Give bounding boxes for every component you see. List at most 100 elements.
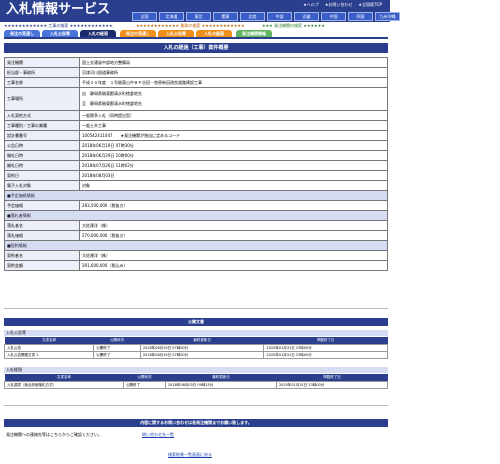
location-to: 至 静岡県駿東郡清水町徳倉地先	[82, 101, 142, 106]
doc-updated: 2018年08月03日 09時15分	[164, 381, 277, 389]
help-link[interactable]: ★ヘルプ	[303, 2, 319, 8]
region-hokuriku[interactable]: 北陸	[240, 12, 265, 21]
col-doc-name: 文書名称	[4, 374, 124, 382]
row-key: 契約金額	[4, 260, 80, 271]
section-construction: ★★★★★★★★★★★★ 工事の検索 ★★★★★★★★★★★★	[4, 23, 113, 28]
row-value: 沼津河川国道事務所	[79, 67, 388, 78]
row-value: 2018年08月03日	[79, 170, 388, 181]
tab-construction-outlook[interactable]: 発注の見通し	[4, 30, 40, 37]
national-top-link[interactable]: ★全国版TOP	[358, 2, 382, 8]
table-row: 入札契約方式 一般競争入札（同時提出型）	[4, 110, 388, 121]
table-row: 工事名称 平成３０年度 １号駿東山中ＢＰ谷田・笹原新田改良道路建設工事	[4, 77, 388, 88]
divider	[4, 308, 388, 309]
row-key: 担当部・事務所	[4, 67, 80, 78]
region-kyushu[interactable]: 九州沖縄	[375, 12, 400, 21]
row-value: 一般土木工事	[79, 120, 388, 131]
region-zenkoku[interactable]: 全国	[132, 12, 157, 21]
row-value: 対象	[79, 180, 388, 191]
table-row: 入札調書（総合評価落札方式） 公開終了 2018年08月03日 09時15分 2…	[3, 381, 389, 389]
bid-section-title: ■落札者情報	[4, 210, 388, 221]
doc-end: 2020年01月31日 23時00分	[263, 344, 388, 352]
table-row: 設計書番号 100542411047 ★発注機関が独自に定めるコード	[4, 130, 388, 141]
row-key: 入札契約方式	[4, 110, 80, 121]
tab-construction-progress[interactable]: 入札の経過	[80, 30, 116, 37]
doc-end: 2020年01月31日 23時00分	[275, 381, 389, 389]
row-key: 電子入札対象	[4, 180, 80, 191]
row-key: 落札価格	[4, 230, 80, 241]
row-value: 2018年07月26日 11時02分	[79, 160, 388, 171]
table-row: 工事場所 自 静岡県駿東郡清水町徳倉地先至 静岡県駿東郡清水町徳倉地先	[4, 87, 388, 111]
section-other: ★★★ 発注機関の検索 ★★★★★★	[262, 23, 325, 28]
back-to-results-link[interactable]: 検索結果一覧画面に戻る	[168, 452, 212, 458]
row-key: 発注機関	[4, 57, 80, 68]
doc-name[interactable]: 入札調書（総合評価落札方式）	[3, 381, 125, 389]
table-row: 予定価格 283,500,000（税抜き）	[4, 200, 388, 211]
site-logo[interactable]: 入札情報サービス	[0, 0, 122, 22]
row-value: 291,600,000（税込み）	[79, 260, 388, 271]
page-title: 入札の経過（工事）案件概要	[4, 43, 388, 53]
doc-name[interactable]: 入札公告関連文書 1	[3, 351, 95, 359]
row-value: 大佐建洋（株）	[79, 220, 388, 231]
tab-services-notice[interactable]: 入札公告等	[158, 30, 194, 37]
row-value: 大佐建洋（株）	[79, 250, 388, 261]
region-nav: 全国 北海道 東北 関東 北陸 中部 近畿 中国 四国 九州沖縄	[132, 12, 400, 21]
group-progress-title: 入札経過	[4, 367, 388, 373]
row-key: 落札者名	[4, 220, 80, 231]
row-value: 2018年06月19日 07時30分	[79, 140, 388, 151]
contract-section-title: ■契約情報	[4, 240, 388, 251]
tab-construction-notice[interactable]: 入札公告等	[42, 30, 78, 37]
estimate-section-title: ■予定価格情報	[4, 190, 388, 201]
row-key: 設計書番号	[4, 130, 80, 141]
row-value: 283,500,000（税抜き）	[79, 200, 388, 211]
contact-banner: 内容に関するお問い合わせは各発注機関までお願い致します。	[4, 419, 388, 427]
row-value: 国土交通省中部地方整備局	[79, 57, 388, 68]
table-header-row: 文書名称 公開状況 最終更新日 掲載終了日	[4, 374, 388, 382]
tab-divider	[4, 37, 388, 39]
table-row: 落札価格 270,000,000（税抜き）	[4, 230, 388, 241]
table-row: 公告日時 2018年06月19日 07時30分	[4, 140, 388, 151]
row-key: 予定価格	[4, 200, 80, 211]
table-row: 工事種別／工事の業種 一般土木工事	[4, 120, 388, 131]
overview-table: 発注機関 国土交通省中部地方整備局 担当部・事務所 沼津河川国道事務所 工事名称 平成…	[4, 57, 388, 271]
col-end: 掲載終了日	[263, 337, 388, 345]
notice-docs-table: 文書名称 公開状況 最終更新日 掲載終了日 入札公告 公開終了 2018年06月…	[3, 337, 388, 359]
table-row: 電子入札対象 対象	[4, 180, 388, 191]
group-notice-title: 入札公告等	[4, 330, 388, 336]
location-from: 自 静岡県駿東郡清水町徳倉地先	[82, 91, 142, 96]
region-kinki[interactable]: 近畿	[294, 12, 319, 21]
region-tohoku[interactable]: 東北	[186, 12, 211, 21]
tab-services-outlook[interactable]: 発注の見通し	[120, 30, 156, 37]
row-key: 公告日時	[4, 140, 80, 151]
doc-end: 2020年01月31日 23時00分	[263, 351, 388, 359]
contact-link[interactable]: ★お問い合わせ	[325, 2, 353, 8]
divider	[4, 405, 388, 406]
table-row: 入札公告 公開終了 2018年06月19日 07時00分 2020年01月31日…	[3, 344, 388, 352]
section-services: ★★★★★★★★★★★★ 業務の検索 ★★★★★★★★★★★★	[136, 23, 245, 28]
region-kanto[interactable]: 関東	[213, 12, 238, 21]
contact-list-link[interactable]: 問い合わせ先一覧	[142, 432, 174, 438]
table-row: 落札者名 大佐建洋（株）	[4, 220, 388, 231]
region-hokkaido[interactable]: 北海道	[159, 12, 184, 21]
table-row: 契約者名 大佐建洋（株）	[4, 250, 388, 261]
row-key: 工事名称	[4, 77, 80, 88]
doc-name[interactable]: 入札公告	[3, 344, 95, 352]
table-row: 担当部・事務所 沼津河川国道事務所	[4, 67, 388, 78]
tab-agency-info[interactable]: 発注機関情報	[236, 30, 272, 37]
contact-text: 発注機関への連絡先等はこちらからご確認ください。	[6, 432, 102, 437]
section-header: ■契約情報	[4, 240, 388, 251]
row-value: 270,000,000（税抜き）	[79, 230, 388, 241]
region-chubu[interactable]: 中部	[267, 12, 292, 21]
row-value: 100542411047 ★発注機関が独自に定めるコード	[79, 130, 388, 141]
col-updated: 最終更新日	[140, 337, 264, 345]
doc-updated: 2018年06月19日 07時00分	[139, 344, 265, 352]
doc-status: 公開終了	[93, 351, 141, 359]
table-row: 契約金額 291,600,000（税込み）	[4, 260, 388, 271]
row-key: 契約者名	[4, 250, 80, 261]
table-header-row: 文書名称 公開状況 最終更新日 掲載終了日	[4, 337, 388, 345]
region-chugoku[interactable]: 中国	[321, 12, 346, 21]
section-header: ■落札者情報	[4, 210, 388, 221]
public-docs-title: 公開文書	[4, 318, 388, 326]
section-header: ■予定価格情報	[4, 190, 388, 201]
tab-services-progress[interactable]: 入札の経過	[196, 30, 232, 37]
region-shikoku[interactable]: 四国	[348, 12, 373, 21]
